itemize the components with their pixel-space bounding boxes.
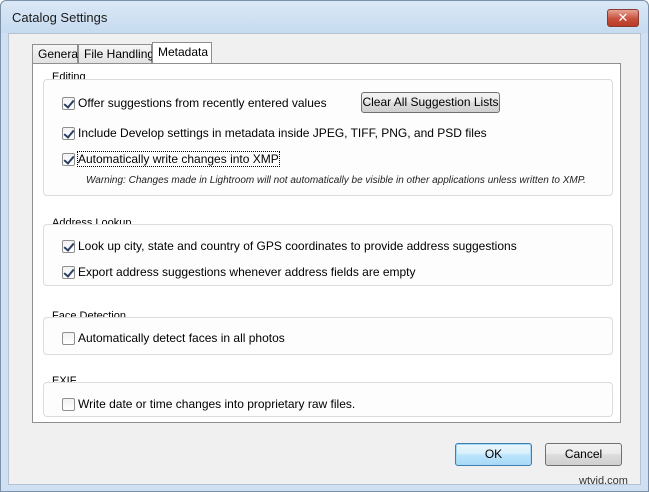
ok-button[interactable]: OK: [455, 443, 532, 466]
develop-settings-option[interactable]: Include Develop settings in metadata ins…: [62, 125, 487, 141]
write-raw-date-option[interactable]: Write date or time changes into propriet…: [62, 396, 355, 412]
suggestions-option[interactable]: Offer suggestions from recently entered …: [62, 95, 327, 111]
window-title: Catalog Settings: [12, 10, 108, 25]
develop-settings-label: Include Develop settings in metadata ins…: [78, 126, 487, 140]
catalog-settings-window: Catalog Settings ✕ General File Handling…: [0, 0, 649, 492]
cancel-button[interactable]: Cancel: [545, 443, 622, 466]
write-xmp-label: Automatically write changes into XMP: [77, 151, 280, 167]
xmp-warning-text: Warning: Changes made in Lightroom will …: [86, 175, 586, 186]
export-address-checkbox[interactable]: [62, 265, 75, 279]
tab-general[interactable]: General: [32, 44, 81, 63]
tab-file-handling[interactable]: File Handling: [78, 44, 154, 63]
tab-metadata[interactable]: Metadata: [152, 42, 212, 63]
suggestions-checkbox[interactable]: [62, 96, 75, 110]
develop-settings-checkbox[interactable]: [62, 126, 75, 140]
gps-lookup-checkbox[interactable]: [62, 239, 75, 253]
write-raw-date-label: Write date or time changes into propriet…: [78, 397, 356, 411]
title-bar[interactable]: Catalog Settings ✕: [1, 1, 648, 33]
detect-faces-option[interactable]: Automatically detect faces in all photos: [62, 330, 285, 346]
write-xmp-checkbox[interactable]: [62, 152, 75, 166]
suggestions-label: Offer suggestions from recently entered …: [78, 96, 327, 110]
write-raw-date-checkbox[interactable]: [62, 397, 75, 411]
write-xmp-option[interactable]: Automatically write changes into XMP: [62, 151, 280, 167]
export-address-option[interactable]: Export address suggestions whenever addr…: [62, 264, 416, 280]
clear-suggestion-lists-button[interactable]: Clear All Suggestion Lists: [361, 92, 500, 113]
detect-faces-label: Automatically detect faces in all photos: [78, 331, 285, 345]
close-icon[interactable]: ✕: [607, 9, 639, 27]
gps-lookup-label: Look up city, state and country of GPS c…: [78, 239, 517, 253]
watermark-text: wtvid.com: [579, 475, 628, 487]
metadata-panel: Editing Offer suggestions from recently …: [32, 63, 621, 423]
gps-lookup-option[interactable]: Look up city, state and country of GPS c…: [62, 238, 517, 254]
detect-faces-checkbox[interactable]: [62, 331, 75, 345]
dialog-client: General File Handling Metadata Editing O…: [8, 33, 641, 485]
export-address-label: Export address suggestions whenever addr…: [78, 265, 416, 279]
